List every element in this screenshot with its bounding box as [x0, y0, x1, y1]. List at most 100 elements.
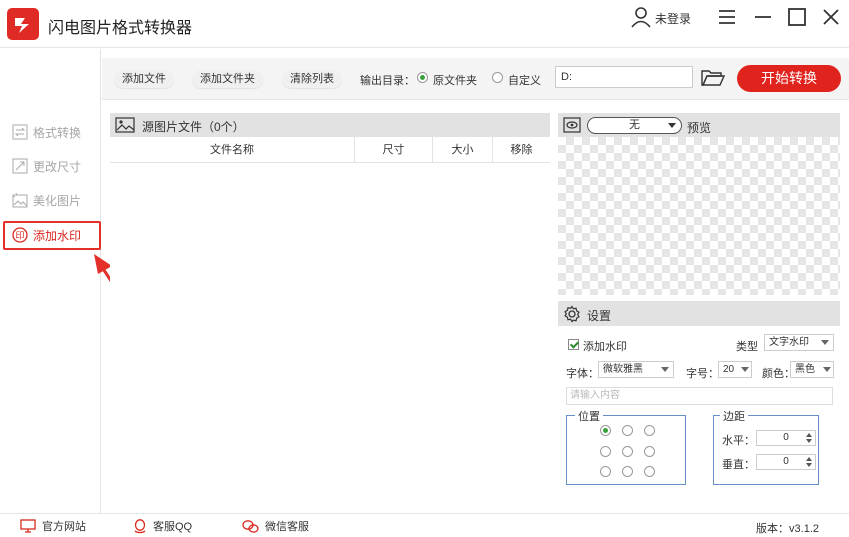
resize-icon	[12, 158, 28, 174]
chevron-down-icon	[821, 340, 829, 345]
open-folder-icon[interactable]	[701, 69, 726, 90]
margin-label: 边距	[720, 408, 748, 424]
original-folder-radio[interactable]	[417, 72, 428, 83]
color-select[interactable]: 黑色	[790, 361, 834, 378]
position-center-radio[interactable]	[622, 446, 633, 457]
minimize-icon[interactable]	[752, 6, 774, 28]
preview-label: 预览	[687, 121, 712, 135]
maximize-icon[interactable]	[786, 6, 808, 28]
font-size-select[interactable]: 20	[718, 361, 752, 378]
color-select-value: 黑色	[795, 364, 815, 375]
file-list-columns: 文件名称 尺寸 大小 移除	[110, 137, 550, 163]
chevron-down-icon	[823, 367, 831, 372]
close-icon[interactable]	[820, 6, 842, 28]
custom-folder-radio[interactable]	[492, 72, 503, 83]
position-middle-left-radio[interactable]	[600, 446, 611, 457]
service-wechat-link[interactable]: 微信客服	[242, 518, 309, 534]
horizontal-label: 水平：	[722, 435, 755, 447]
original-folder-label: 原文件夹	[433, 75, 477, 87]
position-bottom-left-radio[interactable]	[600, 466, 611, 477]
vertical-margin-value: 0	[783, 456, 789, 467]
version-label: 版本：v3.1.2	[756, 523, 819, 535]
watermark-text-input[interactable]: 请输入内容	[566, 387, 833, 405]
preview-eye-icon	[563, 117, 581, 136]
settings-title: 设置	[587, 309, 612, 323]
beautify-icon	[12, 192, 28, 208]
clear-list-button[interactable]: 清除列表	[282, 70, 342, 88]
position-bottom-center-radio[interactable]	[622, 466, 633, 477]
preview-select-value: 无	[629, 119, 640, 131]
sidebar-item-label: 格式转换	[33, 125, 82, 140]
position-top-right-radio[interactable]	[644, 425, 655, 436]
highlight-box	[3, 221, 101, 250]
font-select-value: 微软雅黑	[603, 364, 643, 375]
arrow-down-icon[interactable]	[806, 439, 812, 443]
custom-folder-label: 自定义	[508, 75, 541, 87]
position-top-center-radio[interactable]	[622, 425, 633, 436]
position-middle-right-radio[interactable]	[644, 446, 655, 457]
font-select[interactable]: 微软雅黑	[598, 361, 674, 378]
preview-select[interactable]: 无	[587, 117, 682, 134]
preview-panel: 无 预览	[558, 113, 840, 295]
file-list-header: 源图片文件（0个）	[110, 113, 550, 137]
font-size-value: 20	[723, 364, 735, 375]
margin-group: 边距 水平： 0 垂直： 0	[713, 408, 819, 485]
position-bottom-right-radio[interactable]	[644, 466, 655, 477]
service-qq-link[interactable]: 客服QQ	[133, 518, 192, 534]
app-title: 闪电图片格式转换器	[48, 20, 193, 37]
user-icon[interactable]	[630, 6, 652, 31]
type-select[interactable]: 文字水印	[764, 334, 834, 351]
official-website-link[interactable]: 官方网站	[20, 518, 86, 534]
chevron-down-icon	[668, 123, 676, 128]
qq-icon	[133, 518, 147, 534]
sidebar-item-label: 美化图片	[33, 193, 82, 208]
sidebar-item-resize[interactable]: 更改尺寸	[12, 155, 97, 177]
footer: 官方网站 客服QQ 微信客服 版本：v3.1.2	[0, 513, 849, 537]
sidebar-item-label: 更改尺寸	[33, 159, 82, 174]
font-size-label: 字号：	[686, 368, 719, 380]
title-bar: 闪电图片格式转换器 未登录	[0, 0, 849, 48]
add-watermark-label: 添加水印	[583, 341, 627, 353]
service-wechat-label: 微信客服	[265, 521, 309, 533]
settings-panel: 设置 添加水印 类型 文字水印 字体： 微软雅黑 字号： 20 颜色： 黑色 请…	[558, 301, 840, 505]
official-website-label: 官方网站	[42, 521, 86, 533]
monitor-icon	[20, 519, 36, 533]
preview-canvas	[558, 137, 840, 295]
preview-header: 无 预览	[558, 113, 840, 137]
position-top-left-radio[interactable]	[600, 425, 611, 436]
add-watermark-checkbox[interactable]	[568, 339, 579, 350]
column-header[interactable]: 尺寸	[355, 137, 433, 163]
type-label: 类型	[736, 341, 758, 353]
app-logo	[7, 8, 39, 40]
column-header[interactable]: 文件名称	[110, 137, 355, 163]
column-header[interactable]: 移除	[493, 137, 550, 163]
start-convert-button[interactable]: 开始转换	[737, 65, 841, 92]
file-list-title: 源图片文件（0个）	[142, 120, 245, 134]
arrow-down-icon[interactable]	[806, 463, 812, 467]
add-folder-button[interactable]: 添加文件夹	[192, 70, 263, 88]
chevron-down-icon	[661, 367, 669, 372]
vertical-margin-stepper[interactable]: 0	[756, 454, 816, 470]
font-label: 字体：	[566, 368, 599, 380]
sidebar-item-beautify[interactable]: 美化图片	[12, 189, 97, 211]
chevron-down-icon	[741, 367, 749, 372]
position-label: 位置	[575, 408, 603, 424]
output-dir-label: 输出目录：	[360, 75, 415, 87]
arrow-up-icon[interactable]	[806, 433, 812, 437]
horizontal-margin-stepper[interactable]: 0	[756, 430, 816, 446]
output-path-input[interactable]: D:	[555, 66, 693, 88]
format-convert-icon	[12, 124, 28, 140]
type-select-value: 文字水印	[769, 337, 809, 348]
column-header[interactable]: 大小	[433, 137, 493, 163]
position-group: 位置	[566, 408, 686, 485]
login-status[interactable]: 未登录	[655, 10, 691, 27]
image-icon	[115, 117, 135, 136]
file-list-panel: 源图片文件（0个） 文件名称 尺寸 大小 移除	[110, 113, 550, 504]
sidebar-item-format-convert[interactable]: 格式转换	[12, 121, 97, 143]
arrow-up-icon[interactable]	[806, 457, 812, 461]
gear-icon	[563, 305, 581, 326]
menu-icon[interactable]	[716, 6, 738, 28]
toolbar: 添加文件 添加文件夹 清除列表 输出目录： 原文件夹 自定义 D: 开始转换	[102, 58, 849, 100]
add-file-button[interactable]: 添加文件	[114, 70, 174, 88]
sidebar: 格式转换 更改尺寸 美化图片 印 添加水印	[0, 49, 101, 513]
